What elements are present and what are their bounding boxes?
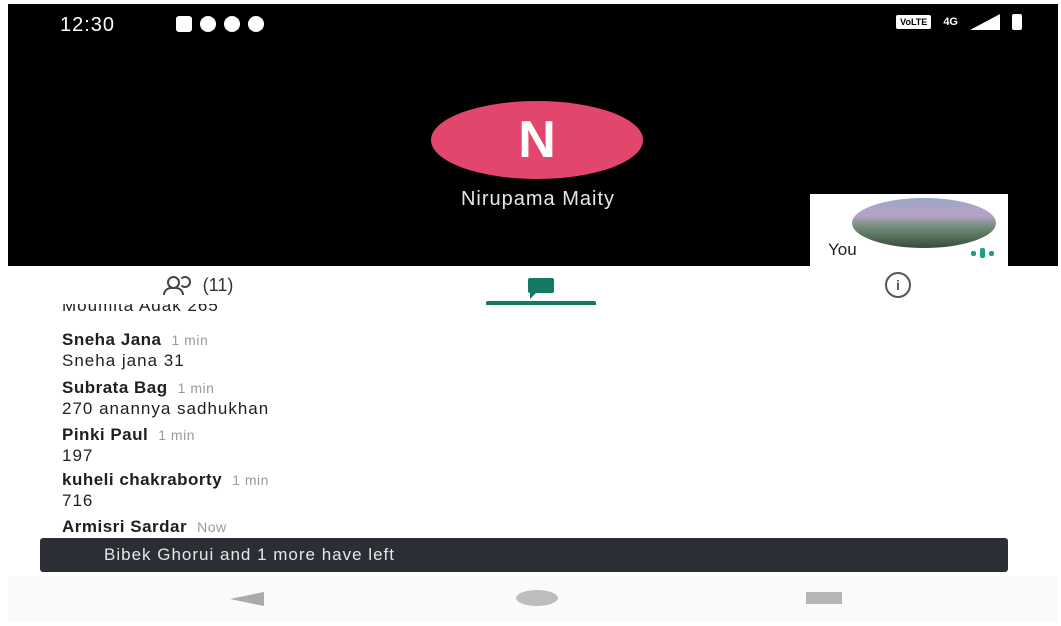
battery-icon bbox=[1012, 14, 1022, 30]
gallery-icon bbox=[176, 16, 192, 32]
message-sender: kuheli chakraborty bbox=[62, 470, 223, 489]
message-text: 270 anannya sadhukhan bbox=[62, 399, 270, 418]
volte-icon: VoLTE bbox=[896, 15, 932, 29]
list-item: Armisri Sardar Now bbox=[62, 517, 227, 537]
people-icon bbox=[162, 276, 193, 295]
back-icon[interactable] bbox=[230, 592, 264, 606]
panel-tabs: (11) i bbox=[8, 266, 1058, 305]
left-participants-toast: Bibek Ghorui and 1 more have left bbox=[40, 538, 1008, 572]
system-nav-bar bbox=[8, 576, 1058, 622]
message-sender: Pinki Paul bbox=[62, 425, 149, 444]
list-item: Moumita Adak 265 bbox=[62, 304, 219, 316]
audio-level-icon bbox=[971, 248, 994, 258]
network-type: 4G bbox=[943, 16, 958, 28]
message-time: 1 min bbox=[158, 427, 195, 443]
tab-people[interactable]: (11) bbox=[118, 266, 278, 304]
message-sender: Armisri Sardar bbox=[62, 517, 188, 536]
status-time: 12:30 bbox=[60, 14, 116, 36]
status-bar: 12:30 VoLTE 4G bbox=[8, 4, 1058, 44]
self-label: You bbox=[828, 240, 857, 259]
people-count: (11) bbox=[202, 274, 234, 295]
list-item: Pinki Paul 1 min 197 bbox=[62, 425, 195, 466]
message-time: 1 min bbox=[171, 332, 209, 348]
message-sender: Subrata Bag bbox=[62, 378, 168, 397]
whatsapp-icon bbox=[200, 16, 216, 32]
self-video-tile[interactable]: You bbox=[810, 194, 1008, 266]
message-text: Moumita Adak 265 bbox=[62, 304, 219, 315]
message-text: Sneha jana 31 bbox=[62, 351, 185, 370]
info-icon: i bbox=[885, 272, 911, 298]
tab-info[interactable]: i bbox=[848, 266, 948, 304]
message-time: Now bbox=[197, 519, 227, 535]
message-time: 1 min bbox=[232, 472, 269, 488]
message-sender: Sneha Jana bbox=[62, 330, 162, 349]
message-text: 197 bbox=[62, 446, 94, 465]
message-text: 716 bbox=[62, 491, 94, 510]
list-item: Sneha Jana 1 min Sneha jana 31 bbox=[62, 330, 208, 371]
chat-messages[interactable]: Moumita Adak 265 Sneha Jana 1 min Sneha j… bbox=[8, 304, 1058, 542]
self-avatar bbox=[852, 198, 996, 248]
caller-name: Nirupama Maity bbox=[460, 188, 616, 210]
notification-icons bbox=[176, 16, 264, 32]
message-icon bbox=[248, 16, 264, 32]
tab-chat[interactable] bbox=[486, 266, 596, 304]
message-time: 1 min bbox=[177, 380, 215, 396]
caller-avatar: N bbox=[431, 101, 643, 179]
phone-screen: 12:30 VoLTE 4G N Nirupama Maity You (11)… bbox=[8, 4, 1058, 622]
chat-bubble-icon bbox=[224, 16, 240, 32]
signal-icon bbox=[970, 14, 1000, 30]
system-icons: VoLTE 4G bbox=[896, 14, 1022, 30]
recents-icon[interactable] bbox=[806, 592, 842, 604]
home-icon[interactable] bbox=[516, 590, 558, 606]
list-item: kuheli chakraborty 1 min 716 bbox=[62, 470, 269, 511]
side-panel: (11) i Moumita Adak 265 Sneha Jana 1 min … bbox=[8, 266, 1058, 622]
chat-icon bbox=[528, 277, 554, 299]
list-item: Subrata Bag 1 min 270 anannya sadhukhan bbox=[62, 378, 269, 419]
